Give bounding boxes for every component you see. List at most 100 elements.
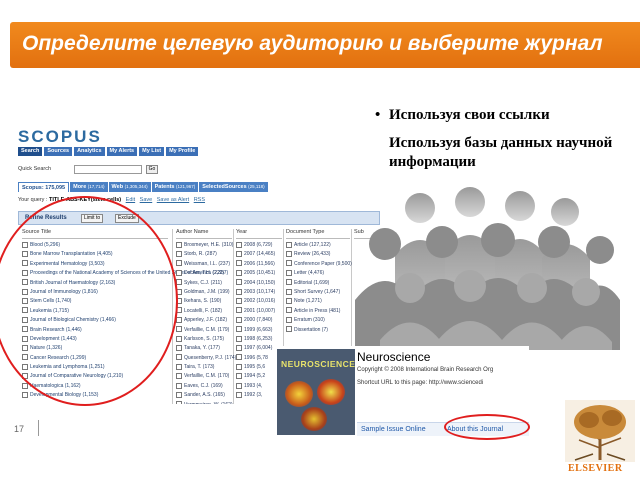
nav-tab-my-alerts[interactable]: My Alerts (106, 147, 138, 156)
year-item[interactable]: 2001 (10,007) (236, 307, 282, 316)
year-item[interactable]: 2005 (10,451) (236, 269, 282, 278)
rss-link[interactable]: RSS (194, 197, 205, 203)
author-item[interactable]: Karlsson, S. (175) (176, 335, 232, 344)
journal-shortcut-url: Shortcut URL to this page: http://www.sc… (357, 380, 484, 386)
brain-scan-image (285, 381, 313, 407)
col-head-author-name[interactable]: Author Name (176, 229, 232, 239)
author-item[interactable]: Quesenberry, P.J. (174) (176, 354, 236, 363)
year-item[interactable]: 2004 (10,150) (236, 279, 282, 288)
nav-tab-search[interactable]: Search (18, 147, 43, 156)
sample-issue-link[interactable]: Sample Issue Online (361, 426, 426, 433)
result-tab-label: Web (111, 184, 124, 190)
query-prefix: Your query : (18, 197, 48, 203)
document-type-list: Article (127,122) Review (26,433) Conferen… (286, 241, 352, 335)
year-item[interactable]: 2006 (11,566) (236, 260, 282, 269)
document-type-item[interactable]: Note (1,271) (286, 297, 350, 306)
year-item[interactable]: 1999 (6,663) (236, 326, 282, 335)
scopus-logo: SCOPUS (18, 127, 102, 146)
result-tab-selected-sources[interactable]: SelectedSources (25,118) (199, 182, 268, 192)
document-type-item[interactable]: Short Survey (1,647) (286, 288, 350, 297)
result-tab-count: (121,967) (176, 184, 196, 189)
document-type-item[interactable]: Dissertation (7) (286, 326, 350, 335)
nav-tab-my-list[interactable]: My List (139, 147, 165, 156)
year-item[interactable]: 2008 (6,729) (236, 241, 282, 250)
bullet-item: Используя свои ссылки (375, 106, 635, 125)
result-tab-web[interactable]: Web (1,305,344) (108, 182, 151, 192)
author-item[interactable]: Verfaillie, C.M. (179) (176, 326, 232, 335)
year-item[interactable]: 1995 (5,6 (236, 363, 282, 372)
page-number: 17 (14, 424, 25, 434)
document-type-item[interactable]: Article (127,122) (286, 241, 350, 250)
bullet-item: Используя базы данных научной информации (375, 134, 635, 172)
author-item[interactable]: Goldman, J.M. (199) (176, 288, 232, 297)
author-item[interactable]: Eaves, C.J. (169) (176, 382, 232, 391)
footer-divider (38, 420, 39, 436)
year-item[interactable]: 1996 (5,78 (236, 354, 282, 363)
audience-silhouette-icon (355, 187, 620, 350)
brain-scan-image (301, 407, 327, 431)
year-item[interactable]: 2000 (7,840) (236, 316, 282, 325)
author-item[interactable]: Sykes, C.J. (211) (176, 279, 232, 288)
result-tab-count: (25,118) (248, 184, 265, 189)
year-item[interactable]: 2007 (14,465) (236, 250, 282, 259)
nav-tab-sources[interactable]: Sources (44, 147, 73, 156)
col-head-year[interactable]: Year (236, 229, 282, 239)
author-item[interactable]: Verfaillie, C.M. (170) (176, 372, 232, 381)
result-tab-label: More (73, 184, 87, 190)
slide-title-bar: Определите целевую аудиторию и выберите … (10, 22, 640, 68)
result-tab-count: (17,714) (87, 184, 105, 189)
bullet-list: Используя свои ссылки Используя базы дан… (375, 106, 635, 181)
save-as-alert-link[interactable]: Save as Alert (157, 197, 189, 203)
author-item[interactable]: Sander, A.S. (165) (176, 391, 232, 400)
result-tabs: Scopus: 175,095 More (17,714) Web (1,305… (18, 182, 268, 192)
result-tab-label: SelectedSources (202, 184, 247, 190)
year-item[interactable]: 1992 (3, (236, 391, 282, 400)
result-tab-patents[interactable]: Patents (121,967) (151, 182, 199, 192)
result-tab-label: Patents (154, 184, 175, 190)
save-link[interactable]: Save (140, 197, 153, 203)
document-type-item[interactable]: Article in Press (481) (286, 307, 350, 316)
year-item[interactable]: 2002 (10,016) (236, 297, 282, 306)
year-item[interactable]: 1998 (6,253) (236, 335, 282, 344)
year-item[interactable]: 1997 (6,004) (236, 344, 282, 353)
document-type-item[interactable]: Review (26,433) (286, 250, 350, 259)
year-item[interactable]: 2003 (10,174) (236, 288, 282, 297)
about-journal-highlight (444, 414, 530, 440)
nav-tab-my-profile[interactable]: My Profile (166, 147, 199, 156)
year-list: 2008 (6,729) 2007 (14,465) 2006 (11,566) 20… (236, 241, 282, 401)
result-tab-label: Scopus: 175,095 (22, 185, 66, 191)
elsevier-wordmark: ELSEVIER (568, 463, 623, 474)
quick-search-input[interactable] (74, 165, 142, 174)
cover-title: NEUROSCIENCE (281, 359, 355, 369)
year-item[interactable]: 1993 (4, (236, 382, 282, 391)
author-item[interactable]: Vermmeiren, W. (162) (176, 401, 233, 404)
col-head-document-type[interactable]: Document Type (286, 229, 350, 239)
author-item[interactable]: Weissman, I.L. (237) (176, 260, 232, 269)
slide-title: Определите целевую аудиторию и выберите … (22, 32, 603, 55)
journal-copyright: Copyright © 2008 International Brain Res… (357, 367, 494, 373)
author-item[interactable]: Storb, R. (287) (176, 250, 232, 259)
journal-cover-image[interactable]: NEUROSCIENCE (277, 349, 355, 435)
document-type-item[interactable]: Conference Paper (9,500) (286, 260, 352, 269)
journal-name: Neuroscience (357, 350, 431, 364)
scopus-nav-tabs: Search Sources Analytics My Alerts My Li… (18, 147, 199, 156)
author-item[interactable]: Tanaka, Y. (177) (176, 344, 232, 353)
author-item[interactable]: Decker, T.H. (222) (176, 269, 232, 278)
document-type-item[interactable]: Letter (4,476) (286, 269, 350, 278)
document-type-item[interactable]: Erratum (310) (286, 316, 350, 325)
result-tab-scopus[interactable]: Scopus: 175,095 (18, 182, 70, 192)
go-button[interactable]: Go (146, 165, 158, 174)
edit-link[interactable]: Edit (126, 197, 135, 203)
quick-search-label: Quick Search (18, 166, 52, 172)
document-type-item[interactable]: Editorial (1,699) (286, 279, 350, 288)
year-item[interactable]: 1994 (5,2 (236, 372, 282, 381)
author-list: Broxmeyer, H.E. (310) Storb, R. (287) Weis… (176, 241, 236, 404)
nav-tab-analytics[interactable]: Analytics (74, 147, 105, 156)
result-tab-more[interactable]: More (17,714) (70, 182, 108, 192)
author-item[interactable]: Ikehara, S. (190) (176, 297, 232, 306)
column-divider (233, 229, 234, 404)
author-item[interactable]: Taira, T. (173) (176, 363, 232, 372)
author-item[interactable]: Locatelli, F. (182) (176, 307, 232, 316)
author-item[interactable]: Broxmeyer, H.E. (310) (176, 241, 233, 250)
author-item[interactable]: Apperley, J.F. (182) (176, 316, 232, 325)
